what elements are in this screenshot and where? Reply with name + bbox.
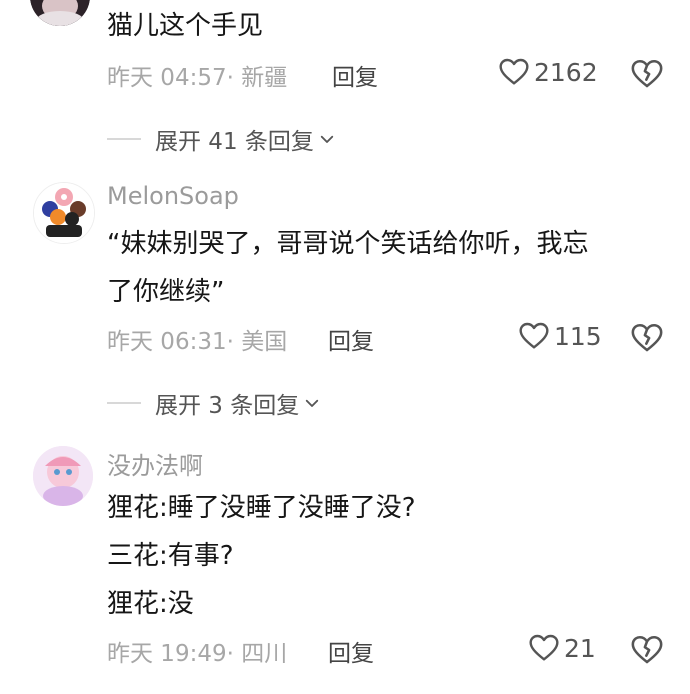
heart-outline-icon xyxy=(499,58,529,85)
comment-meta: 昨天 19:49· 四川 xyxy=(107,641,288,667)
avatar[interactable] xyxy=(33,182,95,244)
avatar[interactable] xyxy=(30,0,90,26)
divider xyxy=(107,402,141,404)
username[interactable]: MelonSoap xyxy=(107,182,239,210)
like-button[interactable]: 115 xyxy=(518,320,602,352)
comment-text: “妹妹别哭了，哥哥说个笑话给你听，我忘 了你继续” xyxy=(107,229,589,307)
expand-replies[interactable]: 展开 41 条回复 xyxy=(107,122,336,156)
heart-outline-icon xyxy=(529,634,559,661)
broken-heart-icon xyxy=(631,59,663,88)
reply-button[interactable]: 回复 xyxy=(328,322,374,356)
expand-label: 展开 3 条回复 xyxy=(155,393,300,419)
like-button[interactable]: 2162 xyxy=(498,56,598,88)
comment-text: 猫儿这个手见 xyxy=(107,11,264,41)
comment-meta: 昨天 06:31· 美国 xyxy=(107,329,288,355)
chevron-down-icon xyxy=(306,399,319,407)
like-button[interactable]: 21 xyxy=(528,632,596,664)
like-count: 2162 xyxy=(534,57,598,87)
broken-heart-icon xyxy=(631,323,663,352)
dislike-button[interactable] xyxy=(630,633,664,671)
dislike-button[interactable] xyxy=(630,321,664,359)
broken-heart-icon xyxy=(631,635,663,664)
dislike-button[interactable] xyxy=(630,57,664,95)
heart-outline-icon xyxy=(519,322,549,349)
reply-button[interactable]: 回复 xyxy=(328,634,374,668)
reply-button[interactable]: 回复 xyxy=(332,58,378,92)
comment-text: 狸花:睡了没睡了没睡了没? 三花:有事? 狸花:没 xyxy=(107,493,416,619)
like-count: 21 xyxy=(564,633,596,663)
expand-label: 展开 41 条回复 xyxy=(155,129,314,155)
avatar[interactable] xyxy=(33,446,93,506)
chevron-down-icon xyxy=(320,135,334,143)
username[interactable]: 没办法啊 xyxy=(107,446,203,481)
divider xyxy=(107,138,141,140)
like-count: 115 xyxy=(554,321,602,351)
comment-meta: 昨天 04:57· 新疆 xyxy=(107,65,288,91)
expand-replies[interactable]: 展开 3 条回复 xyxy=(107,386,321,420)
